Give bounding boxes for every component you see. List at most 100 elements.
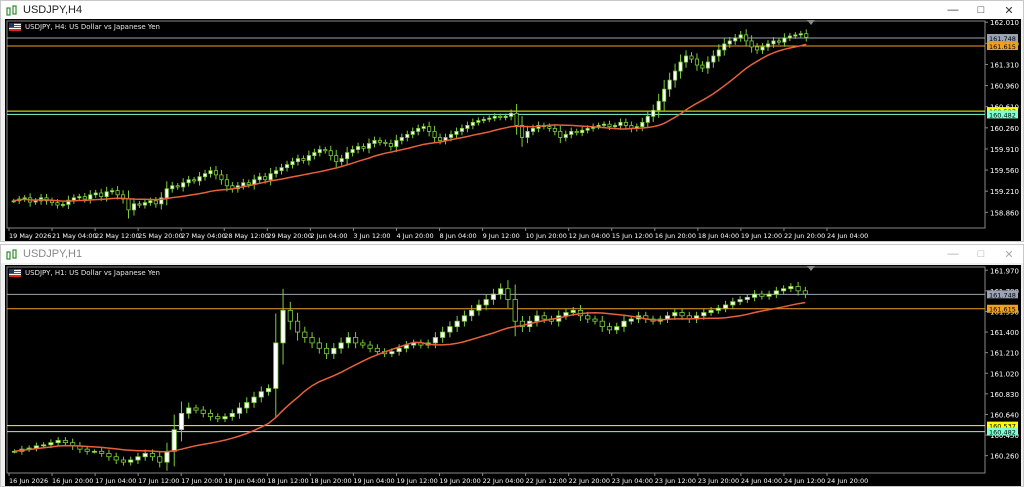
candle-body — [284, 164, 290, 169]
candle-body — [106, 453, 112, 458]
candle-body — [744, 296, 750, 300]
candle-body — [760, 46, 765, 51]
candle-body — [476, 304, 482, 311]
minimize-button[interactable]: — — [939, 1, 967, 19]
candle-body — [776, 40, 781, 43]
candle-body — [93, 192, 98, 196]
candle-body — [202, 173, 208, 178]
candle-body — [268, 173, 273, 181]
candle-body — [645, 115, 650, 123]
candle-body — [782, 37, 787, 43]
us-flag-icon — [9, 269, 21, 277]
y-tick-label: 161.400 — [990, 329, 1019, 337]
price-chart-h4[interactable]: 162.010161.660161.310160.960160.610160.2… — [5, 19, 1021, 241]
window-controls: — □ ✕ — [939, 245, 1023, 263]
price-chart-h1[interactable]: 161.970161.780161.590161.400161.210161.0… — [5, 265, 1021, 486]
x-tick-label: 17 Jun 12:00 — [138, 477, 179, 485]
candle-body — [492, 115, 497, 119]
y-tick-label: 161.210 — [990, 350, 1019, 358]
candle-body — [592, 318, 598, 322]
candle-body — [552, 128, 557, 132]
candle-body — [640, 121, 645, 128]
candle-body — [302, 331, 308, 338]
minimize-button[interactable]: — — [939, 245, 967, 263]
x-tick-label: 27 May 04:00 — [181, 232, 226, 240]
candle-body — [483, 299, 489, 306]
us-flag-icon — [9, 23, 21, 31]
price-tag-label: 161.748 — [989, 35, 1016, 43]
candle-body — [71, 197, 76, 201]
candle-body — [606, 326, 613, 331]
candle-body — [306, 155, 311, 161]
candle-body — [440, 331, 446, 338]
chart-shift-marker-icon[interactable] — [807, 266, 815, 271]
candle-body — [798, 33, 803, 36]
candle-body — [334, 155, 339, 163]
title-bar[interactable]: USDJPY,H1 — □ ✕ — [1, 245, 1023, 263]
candle-body — [171, 429, 177, 452]
y-tick-label: 160.960 — [990, 83, 1019, 91]
candle-body — [279, 167, 284, 172]
candle-body — [316, 342, 322, 349]
candle-body — [110, 190, 115, 193]
candle-body — [229, 412, 235, 418]
candle-body — [781, 288, 787, 292]
candle-body — [788, 286, 794, 290]
candle-body — [257, 176, 262, 181]
candle-body — [733, 37, 738, 42]
symbol-description: USDJPY, H4: US Dollar vs Japanese Yen — [25, 23, 160, 31]
window-title: USDJPY,H1 — [23, 248, 83, 260]
candle-body — [142, 202, 147, 206]
x-tick-label: 4 Jun 20:00 — [396, 232, 433, 240]
candle-body — [490, 293, 497, 300]
close-button[interactable]: ✕ — [995, 1, 1023, 19]
candle-body — [795, 286, 801, 292]
candle-body — [541, 315, 547, 320]
candle-body — [274, 170, 279, 175]
candle-body — [599, 320, 605, 328]
candle-body — [570, 309, 576, 313]
candle-body — [280, 309, 286, 344]
price-tag-label: 160.482 — [989, 429, 1016, 437]
candle-body — [193, 407, 199, 411]
maximize-button[interactable]: □ — [967, 1, 995, 19]
close-button[interactable]: ✕ — [995, 245, 1023, 263]
candle-body — [374, 347, 380, 352]
candle-body — [186, 407, 192, 414]
title-bar[interactable]: USDJPY,H4 — □ ✕ — [1, 1, 1023, 19]
chart-shift-marker-icon[interactable] — [807, 20, 815, 25]
candle-body — [672, 312, 678, 317]
candle-body — [396, 347, 402, 352]
candle-body — [405, 134, 410, 138]
candle-body — [621, 320, 627, 328]
y-tick-label: 159.910 — [990, 146, 1019, 154]
candle-body — [350, 149, 355, 153]
candle-body — [787, 35, 792, 39]
x-tick-label: 24 Jun 04:00 — [827, 232, 868, 240]
candle-body — [601, 123, 607, 126]
candle-body — [178, 412, 185, 431]
x-tick-label: 15 Jun 12:00 — [612, 232, 653, 240]
candle-body — [520, 125, 525, 138]
candle-body — [678, 61, 683, 72]
candle-body — [470, 121, 475, 126]
x-tick-label: 18 Jun 20:00 — [310, 477, 351, 485]
candle-body — [722, 304, 729, 309]
maximize-button[interactable]: □ — [967, 245, 995, 263]
candle-body — [708, 309, 714, 313]
x-tick-label: 22 May 12:00 — [95, 232, 140, 240]
x-tick-label: 28 May 12:00 — [224, 232, 269, 240]
candlestick-chart[interactable]: 161.970161.780161.590161.400161.210161.0… — [5, 265, 1021, 486]
candle-body — [345, 337, 351, 344]
candle-body — [200, 409, 206, 414]
candle-body — [512, 299, 518, 322]
candle-body — [251, 396, 257, 403]
candle-body — [91, 450, 98, 453]
candle-body — [716, 49, 721, 57]
x-tick-label: 3 Jun 12:00 — [353, 232, 390, 240]
x-tick-label: 22 Jun 04:00 — [483, 477, 524, 485]
y-tick-label: 161.020 — [990, 370, 1019, 378]
symbol-description: USDJPY, H1: US Dollar vs Japanese Yen — [25, 269, 160, 277]
candle-body — [498, 288, 504, 295]
candlestick-chart[interactable]: 162.010161.660161.310160.960160.610160.2… — [5, 19, 1021, 241]
